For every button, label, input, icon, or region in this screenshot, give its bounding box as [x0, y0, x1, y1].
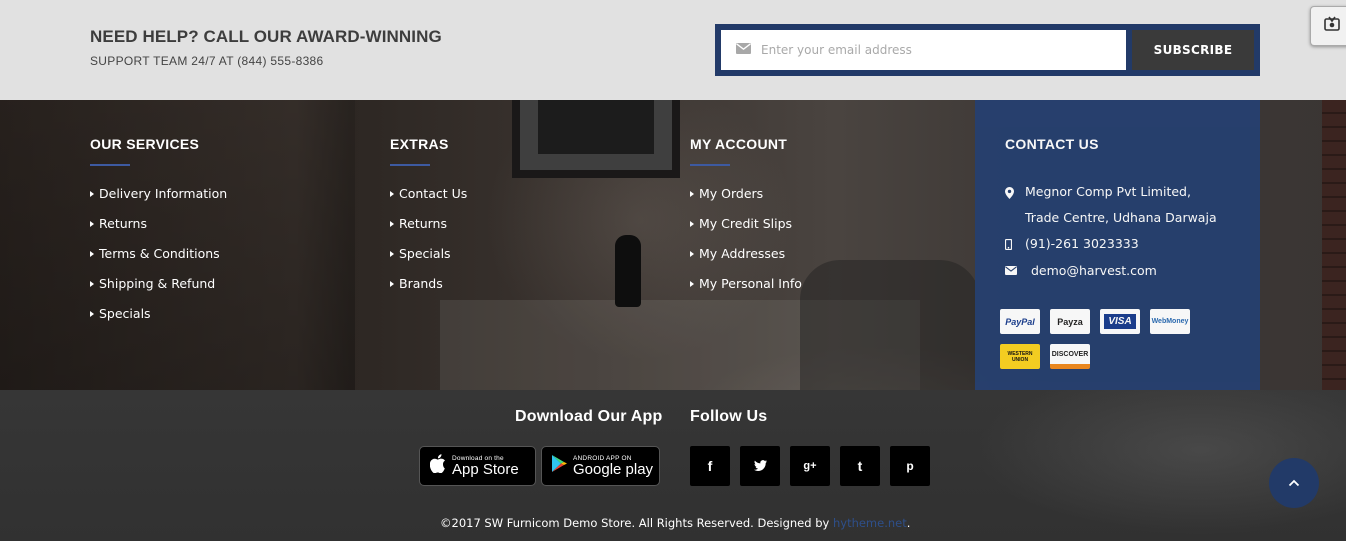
link-returns[interactable]: Returns [90, 216, 227, 246]
caret-right-icon [690, 221, 694, 227]
contact-title: CONTACT US [1005, 136, 1099, 152]
visa-logo: VISA [1100, 309, 1140, 334]
link-my-orders[interactable]: My Orders [690, 186, 802, 216]
facebook-button[interactable]: f [690, 446, 730, 486]
help-phone-text: SUPPORT TEAM 24/7 AT (844) 555-8386 [90, 54, 324, 68]
help-title: NEED HELP? CALL OUR AWARD-WINNING [90, 27, 442, 46]
email-input[interactable] [761, 30, 1126, 70]
link-returns[interactable]: Returns [390, 216, 467, 246]
account-column: MY ACCOUNT My Orders My Credit Slips My … [690, 136, 802, 306]
contact-column: CONTACT US [1005, 136, 1099, 152]
pinterest-button[interactable]: p [890, 446, 930, 486]
pinterest-icon: p [906, 459, 914, 473]
google-plus-icon: g+ [803, 460, 817, 472]
caret-right-icon [390, 191, 394, 197]
caret-right-icon [390, 251, 394, 257]
link-terms-conditions[interactable]: Terms & Conditions [90, 246, 227, 276]
link-specials[interactable]: Specials [390, 246, 467, 276]
services-title: OUR SERVICES [90, 136, 200, 152]
tumblr-icon: t [857, 458, 863, 474]
email-box [721, 30, 1126, 70]
link-contact-us[interactable]: Contact Us [390, 186, 467, 216]
download-app-title: Download Our App [515, 408, 663, 425]
title-underline [390, 164, 430, 166]
caret-right-icon [90, 191, 94, 197]
caret-right-icon [90, 311, 94, 317]
back-to-top-button[interactable] [1269, 458, 1319, 508]
account-links: My Orders My Credit Slips My Addresses M… [690, 186, 802, 306]
tumblr-button[interactable]: t [840, 446, 880, 486]
link-specials[interactable]: Specials [90, 306, 227, 336]
link-my-personal-info[interactable]: My Personal Info [690, 276, 802, 306]
title-underline [690, 164, 730, 166]
subscribe-button[interactable]: SUBSCRIBE [1132, 30, 1254, 70]
mobile-phone-icon [1005, 236, 1025, 250]
services-column: OUR SERVICES Delivery Information Return… [90, 136, 227, 336]
footer-bottom: Download Our App Follow Us Download on t… [0, 390, 1346, 541]
caret-right-icon [90, 221, 94, 227]
settings-side-tab[interactable] [1310, 6, 1346, 46]
footer-main: OUR SERVICES Delivery Information Return… [0, 100, 1346, 390]
link-brands[interactable]: Brands [390, 276, 467, 306]
background-sofa [800, 260, 980, 390]
caret-right-icon [690, 191, 694, 197]
address-line-1: Megnor Comp Pvt Limited, [1025, 184, 1191, 199]
background-cat-figurine [615, 235, 641, 307]
background-brick-wall [1322, 100, 1346, 390]
contact-address: Megnor Comp Pvt Limited, Trade Centre, U… [1005, 184, 1217, 236]
help-band: NEED HELP? CALL OUR AWARD-WINNING SUPPOR… [0, 0, 1346, 100]
services-links: Delivery Information Returns Terms & Con… [90, 186, 227, 336]
google-play-text: Google play [573, 460, 654, 478]
app-store-button[interactable]: Download on the App Store [419, 446, 536, 486]
caret-right-icon [390, 281, 394, 287]
caret-right-icon [690, 281, 694, 287]
contact-list: Megnor Comp Pvt Limited, Trade Centre, U… [1005, 184, 1217, 290]
western-union-logo: WESTERN UNION [1000, 344, 1040, 369]
extras-title: EXTRAS [390, 136, 449, 152]
caret-right-icon [390, 221, 394, 227]
contact-email[interactable]: demo@harvest.com [1005, 263, 1217, 290]
designer-link[interactable]: hytheme.net [833, 516, 907, 530]
paypal-logo: PayPal [1000, 309, 1040, 334]
envelope-icon [736, 41, 751, 59]
link-my-credit-slips[interactable]: My Credit Slips [690, 216, 802, 246]
title-underline [90, 164, 130, 166]
chevron-up-icon [1288, 474, 1300, 492]
account-title: MY ACCOUNT [690, 136, 788, 152]
webmoney-logo: WebMoney [1150, 309, 1190, 334]
link-my-addresses[interactable]: My Addresses [690, 246, 802, 276]
copyright-text: ©2017 SW Furnicom Demo Store. All Rights… [440, 516, 911, 530]
newsletter-form: SUBSCRIBE [715, 24, 1260, 76]
caret-right-icon [690, 251, 694, 257]
link-shipping-refund[interactable]: Shipping & Refund [90, 276, 227, 306]
google-plus-button[interactable]: g+ [790, 446, 830, 486]
discover-logo: DISCOVER [1050, 344, 1090, 369]
extras-column: EXTRAS Contact Us Returns Specials Brand… [390, 136, 467, 306]
caret-right-icon [90, 281, 94, 287]
google-play-icon [552, 455, 567, 477]
apple-icon [429, 454, 446, 478]
address-line-2: Trade Centre, Udhana Darwaja [1025, 210, 1217, 225]
contact-panel: CONTACT US Megnor Comp Pvt Limited, Trad… [975, 100, 1260, 390]
app-store-text: App Store [452, 460, 519, 478]
envelope-icon [1005, 263, 1025, 275]
twitter-icon [753, 458, 767, 474]
link-delivery-information[interactable]: Delivery Information [90, 186, 227, 216]
toggle-icon [1322, 14, 1342, 39]
google-play-button[interactable]: ANDROID APP ON Google play [541, 446, 660, 486]
caret-right-icon [90, 251, 94, 257]
facebook-icon: f [707, 458, 713, 474]
follow-us-title: Follow Us [690, 408, 768, 425]
background-picture-frame [512, 100, 680, 178]
twitter-button[interactable] [740, 446, 780, 486]
payment-methods: PayPal Payza VISA WebMoney WESTERN UNION … [1000, 309, 1190, 369]
map-marker-icon [1005, 184, 1025, 199]
payza-logo: Payza [1050, 309, 1090, 334]
extras-links: Contact Us Returns Specials Brands [390, 186, 467, 306]
